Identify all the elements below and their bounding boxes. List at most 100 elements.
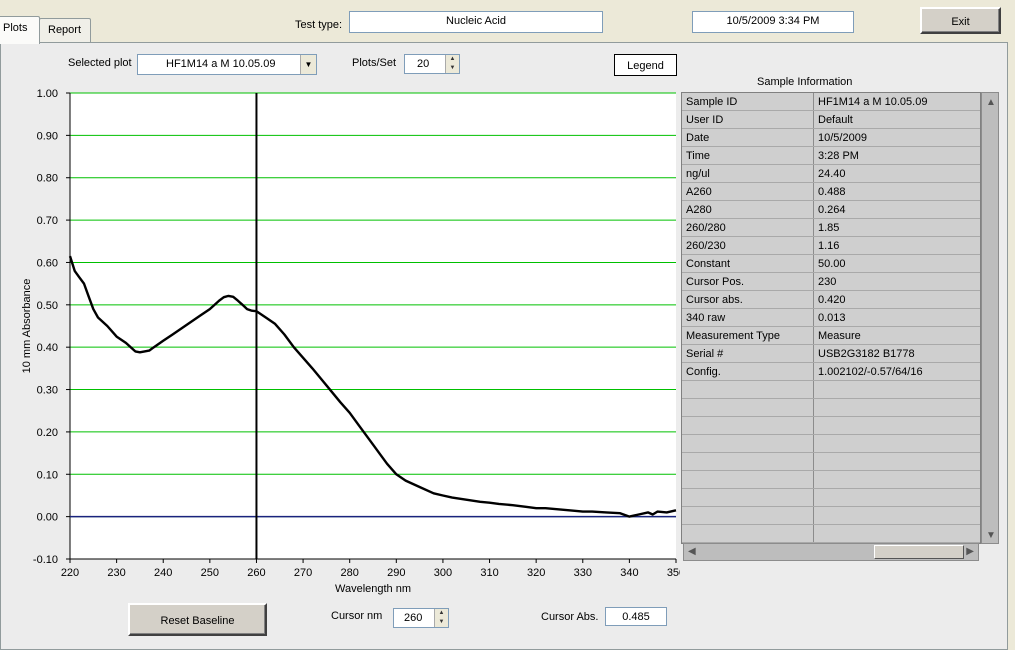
plots-set-spin[interactable]: ▲ ▼ [445, 55, 459, 73]
table-row: A260 0.488 [682, 183, 980, 201]
legend-label: Legend [627, 60, 664, 72]
cursor-nm-stepper[interactable]: 260 ▲ ▼ [393, 608, 449, 628]
table-row [682, 489, 980, 507]
spin-up-icon[interactable]: ▲ [446, 55, 459, 64]
row-label: Time [682, 147, 814, 164]
scroll-up-icon[interactable]: ▲ [986, 97, 996, 108]
table-row: Date 10/5/2009 [682, 129, 980, 147]
plots-set-stepper[interactable]: 20 ▲ ▼ [404, 54, 460, 74]
table-row: Time 3:28 PM [682, 147, 980, 165]
spin-down-icon[interactable]: ▼ [435, 618, 448, 627]
row-value [814, 471, 980, 488]
cursor-abs-field: 0.485 [605, 607, 667, 626]
y-tick-label: 0.50 [37, 300, 58, 312]
selected-plot-dropdown[interactable]: HF1M14 a M 10.05.09 ▼ [137, 54, 317, 75]
table-row: Cursor abs. 0.420 [682, 291, 980, 309]
table-row: 340 raw 0.013 [682, 309, 980, 327]
selected-plot-label: Selected plot [68, 57, 132, 69]
table-row [682, 507, 980, 525]
x-axis-label: Wavelength nm [335, 583, 411, 595]
chevron-down-icon[interactable]: ▼ [300, 55, 316, 74]
spin-up-icon[interactable]: ▲ [435, 609, 448, 618]
scroll-left-icon[interactable]: ◀ [688, 546, 696, 557]
row-value: 0.013 [818, 312, 846, 324]
scroll-down-icon[interactable]: ▼ [986, 530, 996, 541]
cursor-abs-label: Cursor Abs. [541, 611, 599, 623]
tab-report[interactable]: Report [39, 18, 91, 42]
plots-set-value: 20 [417, 58, 430, 70]
tab-plots[interactable]: Plots [0, 16, 40, 44]
y-tick-label: 1.00 [37, 88, 58, 100]
x-tick-label: 310 [480, 567, 498, 579]
y-tick-label: 0.90 [37, 130, 58, 142]
row-value: 0.264 [818, 204, 846, 216]
row-label [682, 381, 814, 398]
horizontal-scrollbar[interactable]: ◀ ▶ [683, 543, 979, 561]
y-tick-label: 0.10 [37, 469, 58, 481]
table-row: Constant 50.00 [682, 255, 980, 273]
row-value: 230 [818, 276, 837, 288]
row-value: 10/5/2009 [818, 132, 867, 144]
table-row [682, 399, 980, 417]
row-label: Measurement Type [682, 327, 814, 344]
table-row: Config. 1.002102/-0.57/64/16 [682, 363, 980, 381]
table-row [682, 453, 980, 471]
x-tick-label: 320 [527, 567, 545, 579]
sample-info-title: Sample Information [757, 76, 853, 88]
table-row [682, 471, 980, 489]
vertical-scrollbar[interactable]: ▲ ▼ [981, 92, 999, 544]
row-value [814, 489, 980, 506]
row-value [814, 453, 980, 470]
row-label [682, 453, 814, 470]
row-value [814, 525, 980, 542]
row-label [682, 525, 814, 542]
plots-set-label: Plots/Set [352, 57, 397, 69]
table-row: 260/280 1.85 [682, 219, 980, 237]
table-row [682, 525, 980, 543]
row-label [682, 471, 814, 488]
y-axis-label: 10 mm Absorbance [21, 279, 33, 374]
test-type-label: Test type: [295, 19, 343, 31]
x-tick-label: 260 [247, 567, 265, 579]
row-value: 0.488 [818, 186, 846, 198]
x-tick-label: 340 [620, 567, 638, 579]
reset-baseline-button[interactable]: Reset Baseline [128, 603, 267, 636]
cursor-nm-spin[interactable]: ▲ ▼ [434, 609, 448, 627]
row-label: Sample ID [682, 93, 814, 110]
row-value: USB2G3182 B1778 [818, 348, 915, 360]
x-tick-label: 230 [107, 567, 125, 579]
y-tick-label: 0.00 [37, 512, 58, 524]
scroll-right-icon[interactable]: ▶ [966, 546, 974, 557]
x-tick-label: 300 [434, 567, 452, 579]
row-value: 1.002102/-0.57/64/16 [818, 366, 923, 378]
row-value [814, 417, 980, 434]
x-tick-label: 250 [201, 567, 219, 579]
x-tick-label: 290 [387, 567, 405, 579]
legend-button[interactable]: Legend [614, 54, 677, 76]
y-tick-label: 0.80 [37, 173, 58, 185]
row-label: ng/ul [682, 165, 814, 182]
row-value: 24.40 [818, 168, 846, 180]
row-value: 0.420 [818, 294, 846, 306]
selected-plot-value: HF1M14 a M 10.05.09 [166, 58, 276, 70]
x-tick-label: 280 [341, 567, 359, 579]
table-row: Sample ID HF1M14 a M 10.05.09 [682, 93, 980, 111]
row-label: A260 [682, 183, 814, 200]
y-tick-label: 0.30 [37, 385, 58, 397]
table-row: A280 0.264 [682, 201, 980, 219]
exit-button-label: Exit [951, 16, 970, 28]
row-value: Measure [818, 330, 861, 342]
row-label: 260/280 [682, 219, 814, 236]
row-label [682, 489, 814, 506]
table-row: User ID Default [682, 111, 980, 129]
spin-down-icon[interactable]: ▼ [446, 64, 459, 73]
x-tick-label: 270 [294, 567, 312, 579]
exit-button[interactable]: Exit [920, 7, 1001, 34]
row-value: HF1M14 a M 10.05.09 [818, 96, 928, 108]
table-row [682, 381, 980, 399]
scroll-thumb[interactable] [874, 545, 964, 559]
row-label: User ID [682, 111, 814, 128]
table-row [682, 417, 980, 435]
plot-area [70, 93, 676, 559]
datetime-display: 10/5/2009 3:34 PM [692, 11, 854, 33]
